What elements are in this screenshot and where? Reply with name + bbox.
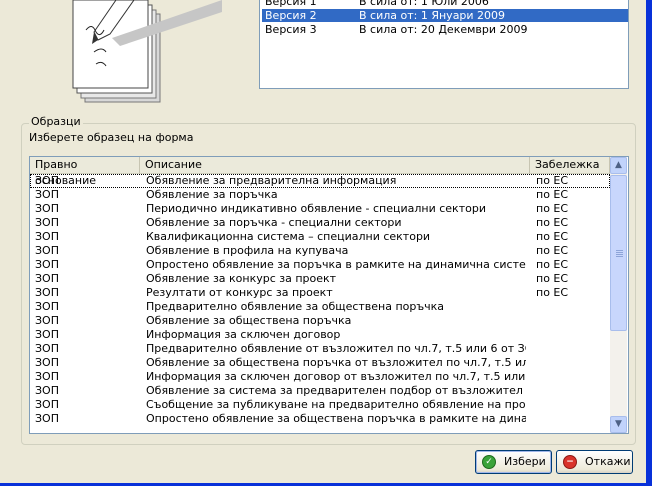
version-name: Версия 3 (265, 23, 317, 36)
cell-description: Обявление за поръчка - специални сектори (146, 216, 402, 229)
table-row[interactable]: ЗОП Обявление за предварителна информация… (30, 174, 610, 188)
cell-basis: ЗОП (35, 398, 59, 411)
cell-note: по ЕС (536, 272, 569, 285)
table-row[interactable]: ЗОП Обявление за обществена поръчка от въ… (30, 356, 610, 370)
cell-description: Информация за сключен договор (146, 328, 341, 341)
cell-note: по ЕС (536, 244, 569, 257)
table-row[interactable]: ЗОП Обявление за поръчка - специални сект… (30, 216, 610, 230)
column-header-note[interactable]: Забележка (530, 157, 610, 173)
cell-basis: ЗОП (35, 230, 59, 243)
table-row[interactable]: ЗОП Обявление за система за предварителен… (30, 384, 610, 398)
cancel-button-label: Откажи (585, 455, 631, 468)
table-row[interactable]: ЗОП Периодично индикативно обявление - сп… (30, 202, 610, 216)
groupbox-title: Образци (29, 115, 83, 128)
cell-description: Обявление в профила на купувача (146, 244, 349, 257)
cell-description: Резултати от конкурс за проект (146, 286, 333, 299)
cell-note: по ЕС (536, 230, 569, 243)
cell-description: Предварително обявление за обществена по… (146, 300, 445, 313)
cell-basis: ЗОП (35, 328, 59, 341)
table-row[interactable]: ЗОП Обявление в профила на купувача по ЕС (30, 244, 610, 258)
version-row-selected[interactable]: Версия 2 В сила от: 1 Януари 2009 (262, 9, 628, 22)
cell-note: по ЕС (536, 286, 569, 299)
version-date: В сила от: 1 Юли 2006 (359, 0, 489, 8)
cell-description: Обявление за обществена поръчка от възло… (146, 356, 526, 369)
cell-basis: ЗОП (35, 174, 59, 187)
cell-description: Опростено обявление за поръчка в рамките… (146, 258, 526, 271)
table-row[interactable]: ЗОП Обявление за конкурс за проект по ЕС (30, 272, 610, 286)
versions-list[interactable]: Версия 1 В сила от: 1 Юли 2006 Версия 2 … (259, 0, 629, 89)
cancel-button[interactable]: − Откажи (556, 450, 633, 474)
cell-basis: ЗОП (35, 342, 59, 355)
cell-basis: ЗОП (35, 244, 59, 257)
table-row[interactable]: ЗОП Информация за сключен договор от възл… (30, 370, 610, 384)
version-row[interactable]: Версия 3 В сила от: 20 Декември 2009 (262, 23, 628, 36)
cell-description: Съобщение за публикуване на предварителн… (146, 398, 526, 411)
cell-note: по ЕС (536, 258, 569, 271)
table-row[interactable]: ЗОП Обявление за обществена поръчка (30, 314, 610, 328)
table-row[interactable]: ЗОП Опростено обявление за обществена пор… (30, 412, 610, 426)
cell-basis: ЗОП (35, 272, 59, 285)
cell-basis: ЗОП (35, 216, 59, 229)
cell-note: по ЕС (536, 188, 569, 201)
templates-listview[interactable]: Правно основание Описание Забележка ЗОП О… (29, 156, 629, 434)
table-row[interactable]: ЗОП Предварително обявление от възложител… (30, 342, 610, 356)
table-row[interactable]: ЗОП Предварително обявление за обществена… (30, 300, 610, 314)
select-button-label: Избери (504, 455, 546, 468)
cell-basis: ЗОП (35, 356, 59, 369)
listview-header: Правно основание Описание Забележка (30, 157, 610, 187)
cell-description: Обявление за обществена поръчка (146, 314, 352, 327)
vertical-scrollbar[interactable]: ▲ ▼ (610, 157, 627, 433)
table-row[interactable]: ЗОП Резултати от конкурс за проект по ЕС (30, 286, 610, 300)
cell-description: Предварително обявление от възложител по… (146, 342, 526, 355)
check-icon: ✓ (482, 455, 496, 469)
cell-description: Обявление за предварителна информация (146, 174, 397, 187)
cell-description: Обявление за конкурс за проект (146, 272, 337, 285)
cell-note: по ЕС (536, 216, 569, 229)
groupbox-hint: Изберете образец на форма (29, 131, 194, 144)
cell-basis: ЗОП (35, 370, 59, 383)
table-row[interactable]: ЗОП Квалификационна система – специални с… (30, 230, 610, 244)
table-row[interactable]: ЗОП Обявление за поръчка по ЕС (30, 188, 610, 202)
column-header-basis[interactable]: Правно основание (30, 157, 140, 187)
cell-description: Обявление за поръчка (146, 188, 278, 201)
cell-basis: ЗОП (35, 258, 59, 271)
minus-icon: − (563, 455, 577, 469)
cell-description: Опростено обявление за обществена поръчк… (146, 412, 526, 425)
window-border-right (646, 0, 652, 486)
cell-description: Квалификационна система – специални сект… (146, 230, 431, 243)
cell-basis: ЗОП (35, 202, 59, 215)
cell-note: по ЕС (536, 202, 569, 215)
version-name: Версия 1 (265, 0, 317, 8)
cell-basis: ЗОП (35, 384, 59, 397)
listview-body: ЗОП Обявление за предварителна информация… (30, 174, 610, 433)
select-button[interactable]: ✓ Избери (475, 450, 552, 474)
table-row[interactable]: ЗОП Информация за сключен договор (30, 328, 610, 342)
cell-description: Информация за сключен договор от възложи… (146, 370, 526, 383)
cell-basis: ЗОП (35, 314, 59, 327)
cell-note: по ЕС (536, 174, 569, 187)
cell-basis: ЗОП (35, 188, 59, 201)
cell-basis: ЗОП (35, 286, 59, 299)
cell-basis: ЗОП (35, 300, 59, 313)
cell-basis: ЗОП (35, 412, 59, 425)
column-header-description[interactable]: Описание (140, 157, 530, 173)
cell-description: Периодично индикативно обявление - специ… (146, 202, 486, 215)
version-row[interactable]: Версия 1 В сила от: 1 Юли 2006 (262, 0, 628, 8)
cell-description: Обявление за система за предварителен по… (146, 384, 526, 397)
version-date: В сила от: 20 Декември 2009 (359, 23, 528, 36)
arrow-up-icon[interactable]: ▲ (610, 157, 627, 174)
table-row[interactable]: ЗОП Съобщение за публикуване на предварит… (30, 398, 610, 412)
scrollbar-thumb[interactable] (610, 175, 627, 331)
version-date: В сила от: 1 Януари 2009 (359, 9, 506, 22)
papers-pen-illustration (72, 0, 222, 106)
arrow-down-icon[interactable]: ▼ (610, 416, 627, 433)
version-name: Версия 2 (265, 9, 317, 22)
table-row[interactable]: ЗОП Опростено обявление за поръчка в рамк… (30, 258, 610, 272)
